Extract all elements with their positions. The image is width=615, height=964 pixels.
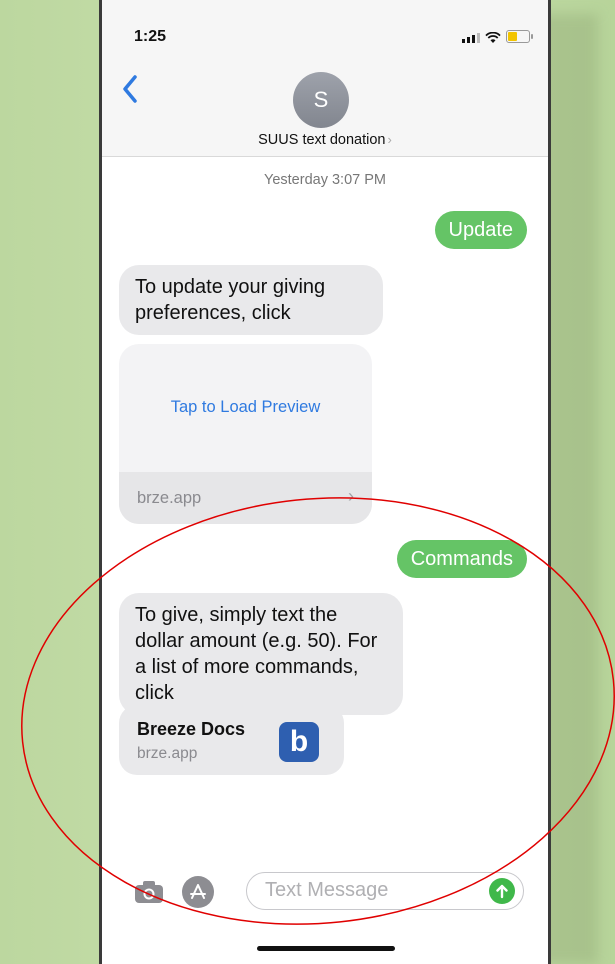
home-indicator [257, 946, 395, 951]
sent-message-commands[interactable]: Commands [396, 540, 527, 578]
text-message-input[interactable] [263, 878, 467, 903]
sent-message-update[interactable]: Update [434, 211, 527, 249]
breeze-app-icon: b [279, 722, 319, 762]
battery-icon [506, 30, 533, 43]
signal-icon [462, 33, 480, 43]
message-timestamp: Yesterday 3:07 PM [264, 172, 386, 188]
status-time: 1:25 [134, 28, 167, 45]
docs-link-title: Breeze Docs [137, 719, 246, 739]
conversation-header: 1:25 S SUUS text donation › [102, 0, 548, 157]
link-preview-domain: brze.app [137, 489, 202, 507]
link-preview-card[interactable]: Tap to Load Preview brze.app › [119, 344, 372, 524]
contact-name-label: SUUS text donation [258, 132, 386, 148]
status-icons [462, 30, 533, 43]
docs-link-domain: brze.app [137, 745, 198, 762]
chevron-right-icon: › [348, 486, 354, 506]
chevron-right-icon: › [387, 132, 392, 147]
contact-avatar[interactable]: S [293, 72, 349, 128]
breeze-docs-link-card[interactable]: Breeze Docs brze.app b [119, 705, 344, 775]
app-store-icon[interactable] [182, 876, 214, 908]
text-message-field[interactable] [246, 872, 524, 910]
back-chevron-icon[interactable] [118, 72, 144, 106]
tap-to-load-preview-link[interactable]: Tap to Load Preview [119, 398, 372, 417]
link-preview-footer: brze.app › [119, 472, 372, 524]
contact-name[interactable]: SUUS text donation › [102, 132, 548, 148]
camera-icon[interactable] [134, 880, 164, 904]
message-input-bar [102, 870, 548, 930]
send-arrow-icon[interactable] [489, 878, 515, 904]
phone-screen: 1:25 S SUUS text donation › Yesterday 3:… [99, 0, 551, 964]
received-message-commands[interactable]: To give, simply text the dollar amount (… [119, 593, 403, 715]
breeze-icon-letter: b [289, 725, 309, 758]
wifi-icon [485, 31, 501, 43]
received-message-update[interactable]: To update your giving preferences, click [119, 265, 383, 335]
avatar-initial: S [313, 87, 329, 112]
